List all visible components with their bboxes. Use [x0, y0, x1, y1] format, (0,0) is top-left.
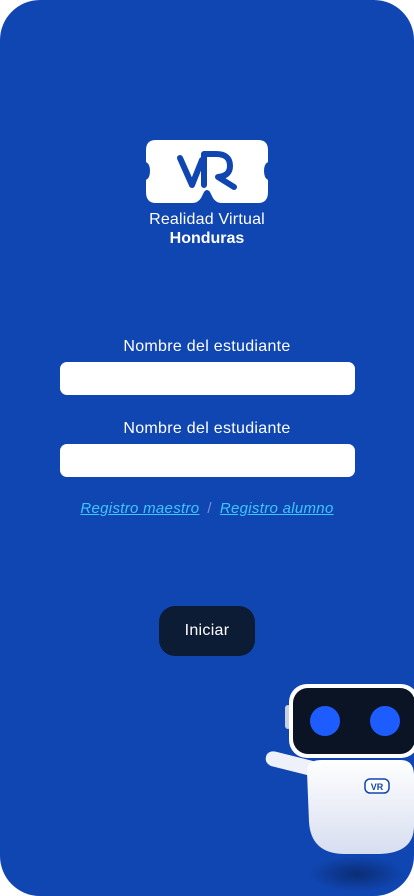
vr-robot-mascot-icon: VR	[265, 684, 414, 892]
login-screen: Realidad Virtual Honduras Nombre del est…	[0, 0, 414, 896]
register-teacher-link[interactable]: Registro maestro	[80, 500, 199, 517]
mascot-badge: VR	[371, 782, 384, 792]
registration-links: Registro maestro / Registro alumno	[0, 500, 414, 517]
vr-headset-logo-icon	[146, 140, 268, 203]
student-name-input-2[interactable]	[60, 444, 355, 477]
brand-name-line1: Realidad Virtual	[149, 211, 265, 228]
brand-logo: Realidad Virtual Honduras	[0, 140, 414, 248]
register-student-link[interactable]: Registro alumno	[220, 500, 334, 517]
brand-name-line2: Honduras	[169, 230, 245, 247]
student-name-input[interactable]	[60, 362, 355, 395]
student-name-label-2: Nombre del estudiante	[123, 420, 291, 437]
start-button[interactable]: Iniciar	[159, 606, 255, 656]
student-name-label: Nombre del estudiante	[123, 338, 291, 355]
link-separator: /	[207, 500, 212, 517]
